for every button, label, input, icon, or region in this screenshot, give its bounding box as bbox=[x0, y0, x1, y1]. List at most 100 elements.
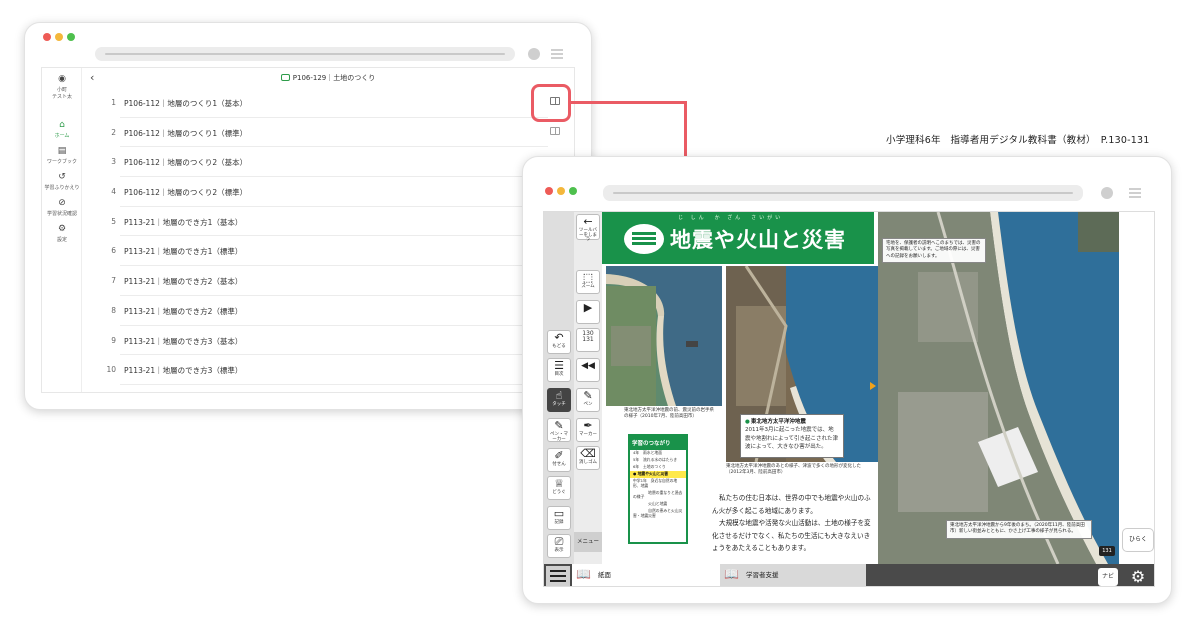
link-item: 中学1年 身近な自然の地形、地震 bbox=[633, 477, 678, 488]
sidebar-item-home[interactable]: ⌂ ホーム bbox=[42, 120, 82, 139]
window-controls bbox=[545, 187, 577, 195]
record-button[interactable]: ▭ 記録 bbox=[547, 506, 571, 530]
browser-menu-icon[interactable] bbox=[1129, 188, 1141, 198]
chapter-logo-icon bbox=[624, 224, 664, 254]
close-dot[interactable] bbox=[545, 187, 553, 195]
rewind-button[interactable]: ◀◀ bbox=[576, 358, 600, 382]
browser-menu-icon[interactable] bbox=[551, 49, 563, 59]
list-item[interactable]: 1 P106-112｜地層のつくり1（基本） bbox=[111, 88, 560, 118]
callout-earthquake: 東北地方太平洋沖地震 2011年3月に起こった地震では、地震や地割れによって引き… bbox=[740, 414, 844, 458]
sticky-icon: ✐ bbox=[554, 449, 564, 462]
list-item[interactable]: 2 P106-112｜地層のつくり1（標準） bbox=[111, 118, 560, 148]
undo-button[interactable]: ↶ もどる bbox=[547, 330, 571, 354]
sidebar-item-history[interactable]: ↺ 学習ふりかえり bbox=[42, 172, 82, 191]
marker-button[interactable]: ✒ マーカー bbox=[576, 418, 600, 442]
list-item[interactable]: 9 P113-21｜地層のでき方3（基本） bbox=[111, 326, 548, 356]
navi-button[interactable]: ナビ bbox=[1098, 568, 1118, 586]
tool-label: どうぐ bbox=[552, 490, 566, 495]
pen-marker-button[interactable]: ✎ ペン・マーカー bbox=[547, 418, 571, 442]
tool-label: 目次 bbox=[554, 372, 564, 377]
photo1-note: 東北地方太平洋沖地震の前、震災前の岩手県の様子（2010年7月、陸前高田市） bbox=[624, 408, 714, 420]
toolbar-hide-icon: ← bbox=[583, 215, 593, 228]
maximize-dot[interactable] bbox=[569, 187, 577, 195]
list-item[interactable]: 6 P113-21｜地層のでき方1（標準） bbox=[111, 236, 548, 267]
learning-connections[interactable]: 学習のつながり 4年 雨水と地面 5年 流れる水のはたらき 6年 土地のつくり … bbox=[628, 434, 688, 544]
list-item[interactable]: 5 P113-21｜地層のでき方1（基本） bbox=[111, 207, 548, 237]
item-number: 8 bbox=[111, 305, 116, 315]
pen-marker-icon: ✎ bbox=[554, 419, 564, 432]
link-item: 5年 流れる水のはたらき bbox=[633, 456, 678, 462]
tool-label: ツールバーをしまう bbox=[579, 228, 597, 242]
link-item-current: ● 地震や火山と災害 bbox=[630, 470, 686, 478]
photo3-label-top: 宅地を、保護者の説明へこのまちでは、災害の写真を掲載しています。ご地域の際には、… bbox=[882, 238, 986, 263]
list-item[interactable]: 4 P106-112｜地層のつくり2（標準） bbox=[111, 177, 548, 207]
chapter-title: 地震や火山と災害 bbox=[670, 228, 846, 252]
minimize-dot[interactable] bbox=[557, 187, 565, 195]
sidebar-item-label: 学習状況確認 bbox=[46, 211, 77, 217]
sidebar-item-workbook[interactable]: ▤ ワークブック bbox=[42, 146, 82, 165]
profile-icon[interactable] bbox=[528, 48, 540, 60]
minimize-dot[interactable] bbox=[55, 33, 63, 41]
workbook-icon: ▤ bbox=[57, 146, 67, 156]
tab-learner-support[interactable]: 📖 学習者支援 bbox=[720, 564, 866, 586]
close-dot[interactable] bbox=[43, 33, 51, 41]
toolbar-right: ← ツールバーをしまう ⬚ ズーム ▶ 130 131 ◀◀ ✎ ペン ✒ マーカー ⌫… bbox=[574, 212, 602, 564]
tab-label: 紙面 bbox=[598, 571, 611, 579]
tab-textbook[interactable]: 📖 紙面 bbox=[572, 564, 720, 586]
link-item: 4年 雨水と地面 bbox=[633, 450, 662, 455]
maximize-dot[interactable] bbox=[67, 33, 75, 41]
callout-text: 2011年3月に起こった地震では、地震や地割れによって引き起こされた津波によって… bbox=[745, 427, 839, 450]
item-number: 1 bbox=[111, 98, 116, 107]
list-item[interactable]: 8 P113-21｜地層のでき方2（標準） bbox=[111, 296, 548, 326]
zoom-button[interactable]: ⬚ ズーム bbox=[576, 270, 600, 294]
item-number: 9 bbox=[111, 335, 116, 345]
address-bar[interactable] bbox=[95, 47, 515, 61]
coast-photo-before[interactable] bbox=[606, 266, 722, 406]
toc-button[interactable]: ☰ 目次 bbox=[547, 358, 571, 382]
zoom-icon: ⬚ bbox=[582, 271, 594, 284]
page-indicator-text: 130 131 bbox=[582, 330, 594, 343]
display-button[interactable]: ⎚ 表示 bbox=[547, 534, 571, 558]
next-page-button[interactable]: ▶ bbox=[576, 300, 600, 324]
user-label: 小町 テスト太 bbox=[51, 87, 72, 100]
item-label: P113-21｜地層のでき方1（基本） bbox=[124, 217, 243, 227]
open-button[interactable]: ひらく bbox=[1122, 528, 1154, 552]
highlight-box bbox=[531, 84, 571, 122]
check-icon: ⊘ bbox=[58, 198, 66, 208]
marker-icon: ✒ bbox=[583, 419, 593, 432]
address-bar[interactable] bbox=[603, 185, 1083, 201]
sidebar-item-status[interactable]: ⊘ 学習状況確認 bbox=[42, 198, 82, 217]
hamburger-menu-icon[interactable] bbox=[546, 566, 570, 586]
link-item: 6年 土地のつくり bbox=[633, 463, 666, 469]
history-icon: ↺ bbox=[58, 172, 66, 182]
gear-icon[interactable]: ⚙ bbox=[1124, 566, 1152, 586]
list-item[interactable]: 3 P106-112｜地層のつくり2（基本） bbox=[111, 147, 548, 178]
link-item: 火山と地震 bbox=[633, 501, 668, 507]
aerial-photo-town[interactable] bbox=[878, 212, 1119, 564]
sticky-note-button[interactable]: ✐ 付せん bbox=[547, 448, 571, 472]
browser-chrome bbox=[523, 177, 1171, 205]
list-item[interactable]: 10 P113-21｜地層のでき方3（標準） bbox=[106, 355, 548, 385]
user-avatar[interactable]: ◉ 小町 テスト太 bbox=[42, 74, 82, 100]
sidebar-item-settings[interactable]: ⚙ 設定 bbox=[42, 224, 82, 243]
menu-button[interactable]: メニュー bbox=[574, 532, 602, 552]
tools-icon: ♕ bbox=[554, 477, 564, 490]
list-item[interactable]: 7 P113-21｜地層のでき方2（基本） bbox=[111, 266, 548, 296]
pen-icon: ✎ bbox=[583, 389, 593, 402]
item-label: P113-21｜地層のでき方2（標準） bbox=[124, 306, 243, 316]
tools-button[interactable]: ♕ どうぐ bbox=[547, 476, 571, 500]
toolbar-hide-button[interactable]: ← ツールバーをしまう bbox=[576, 214, 600, 242]
touch-button[interactable]: ☝ タッチ bbox=[547, 388, 571, 412]
link-item: 地層の重なりと過去の様子 bbox=[633, 489, 683, 500]
page-turn-arrow-icon[interactable] bbox=[870, 382, 876, 390]
pen-button[interactable]: ✎ ペン bbox=[576, 388, 600, 412]
photo3-label-bottom: 東北地方太平洋沖地震から9年後のまち。（2020年11月、陸前高田市）新しい街並… bbox=[946, 520, 1092, 539]
eraser-button[interactable]: ⌫ 消しゴム bbox=[576, 446, 600, 470]
page-indicator[interactable]: 130 131 bbox=[576, 328, 600, 352]
content-list: 1 P106-112｜地層のつくり1（基本） 2 P106-112｜地層のつくり1（… bbox=[82, 88, 574, 385]
textbook-viewer: ↶ もどる ☰ 目次 ☝ タッチ ✎ ペン・マーカー ✐ 付せん ♕ どうぐ ▭ 記録 ⎚ 表示… bbox=[543, 211, 1155, 587]
callout-title: 東北地方太平洋沖地震 bbox=[745, 418, 839, 426]
open-book-icon[interactable] bbox=[550, 126, 560, 135]
profile-icon[interactable] bbox=[1101, 187, 1113, 199]
item-label: P113-21｜地層のでき方3（標準） bbox=[124, 366, 243, 376]
